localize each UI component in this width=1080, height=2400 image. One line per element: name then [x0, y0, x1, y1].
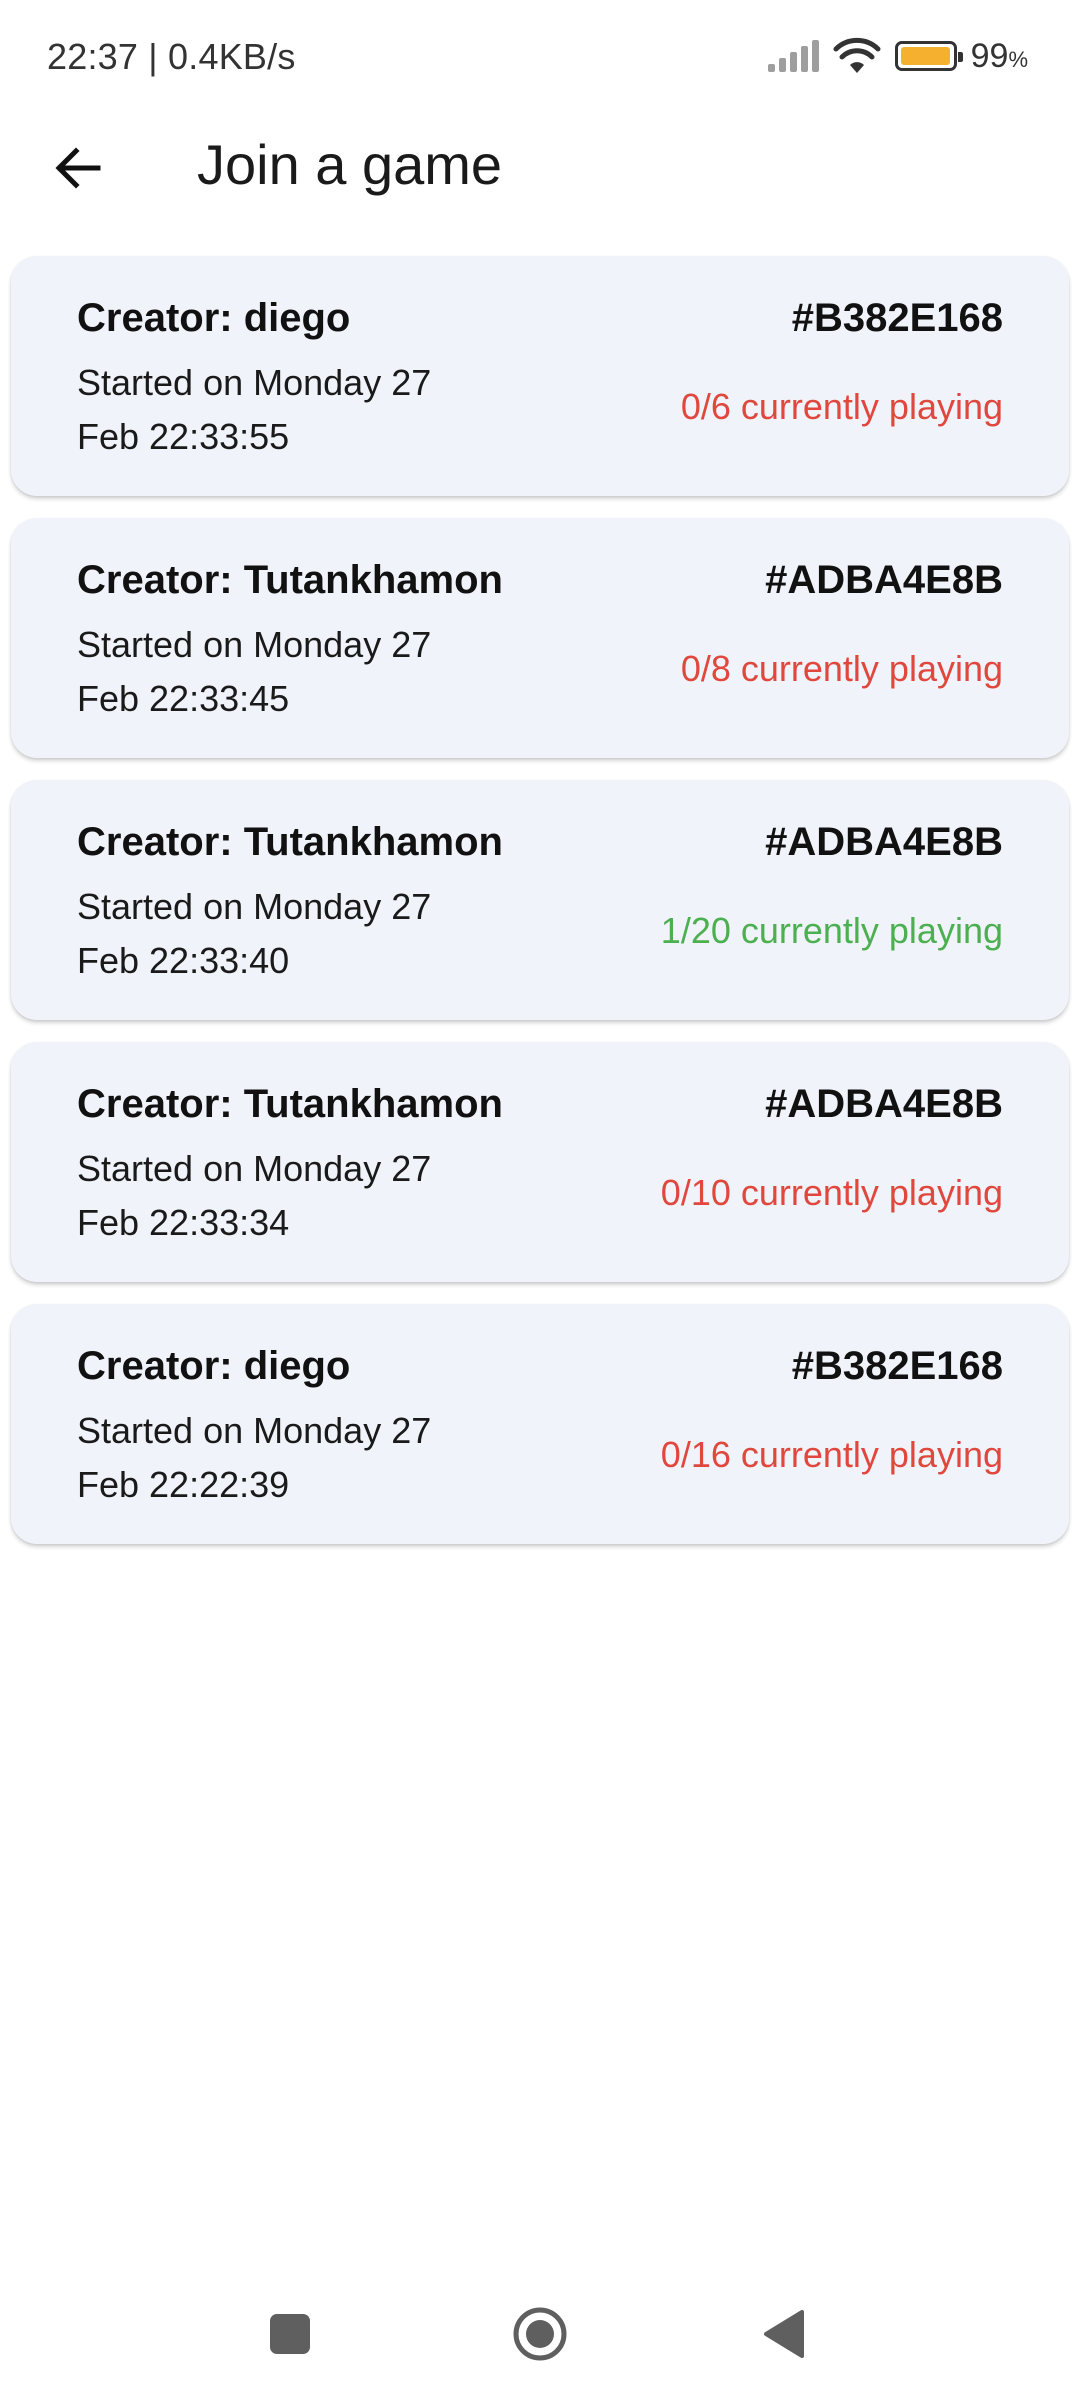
game-card[interactable]: Creator: Tutankhamon #ADBA4E8B Started o…	[11, 780, 1069, 1020]
signal-icon	[767, 40, 819, 72]
game-creator: Creator: diego	[77, 296, 351, 340]
nav-back-button[interactable]	[744, 2294, 824, 2374]
game-id: #ADBA4E8B	[765, 558, 1003, 602]
game-id: #B382E168	[791, 296, 1003, 340]
screen: 22:37 | 0.4KB/s 99% Join a game Creator:…	[0, 0, 1080, 2400]
wifi-icon	[833, 37, 881, 75]
game-start-time: Started on Monday 27 Feb 22:33:55	[77, 362, 432, 457]
game-id: #ADBA4E8B	[765, 820, 1003, 864]
game-creator: Creator: Tutankhamon	[77, 1082, 503, 1126]
players-count: 0/6 currently playing	[680, 386, 1003, 427]
game-creator: Creator: Tutankhamon	[77, 820, 503, 864]
players-count: 1/20 currently playing	[660, 910, 1003, 951]
status-bar: 22:37 | 0.4KB/s 99%	[0, 0, 1080, 120]
game-id: #B382E168	[791, 1344, 1003, 1388]
page-title: Join a game	[197, 133, 503, 196]
game-card[interactable]: Creator: diego #B382E168 Started on Mond…	[11, 1304, 1069, 1544]
game-card[interactable]: Creator: diego #B382E168 Started on Mond…	[11, 256, 1069, 496]
recents-square-icon	[270, 2314, 310, 2354]
game-card[interactable]: Creator: Tutankhamon #ADBA4E8B Started o…	[11, 1042, 1069, 1282]
game-creator: Creator: diego	[77, 1344, 351, 1388]
back-button[interactable]	[40, 130, 116, 206]
arrow-left-icon	[55, 147, 101, 189]
game-start-time: Started on Monday 27 Feb 22:33:45	[77, 624, 432, 719]
recents-button[interactable]	[250, 2294, 330, 2374]
battery-level	[900, 47, 951, 65]
players-count: 0/16 currently playing	[660, 1434, 1003, 1475]
players-count: 0/10 currently playing	[660, 1172, 1003, 1213]
game-card[interactable]: Creator: Tutankhamon #ADBA4E8B Started o…	[11, 518, 1069, 758]
back-triangle-icon	[764, 2310, 804, 2358]
app-bar: Join a game	[0, 120, 1080, 220]
game-list: Creator: diego #B382E168 Started on Mond…	[11, 256, 1069, 1566]
system-nav-bar	[0, 2270, 1080, 2400]
status-time-speed: 22:37 | 0.4KB/s	[47, 36, 296, 77]
game-start-time: Started on Monday 27 Feb 22:33:40	[77, 886, 432, 981]
home-button[interactable]	[500, 2294, 580, 2374]
game-start-time: Started on Monday 27 Feb 22:22:39	[77, 1410, 432, 1505]
players-count: 0/8 currently playing	[680, 648, 1003, 689]
game-id: #ADBA4E8B	[765, 1082, 1003, 1126]
status-icons: 99%	[767, 34, 1028, 78]
battery-percent: 99%	[970, 36, 1028, 75]
battery-icon	[894, 41, 963, 71]
game-creator: Creator: Tutankhamon	[77, 558, 503, 602]
home-circle-icon	[513, 2307, 567, 2361]
game-start-time: Started on Monday 27 Feb 22:33:34	[77, 1148, 432, 1243]
